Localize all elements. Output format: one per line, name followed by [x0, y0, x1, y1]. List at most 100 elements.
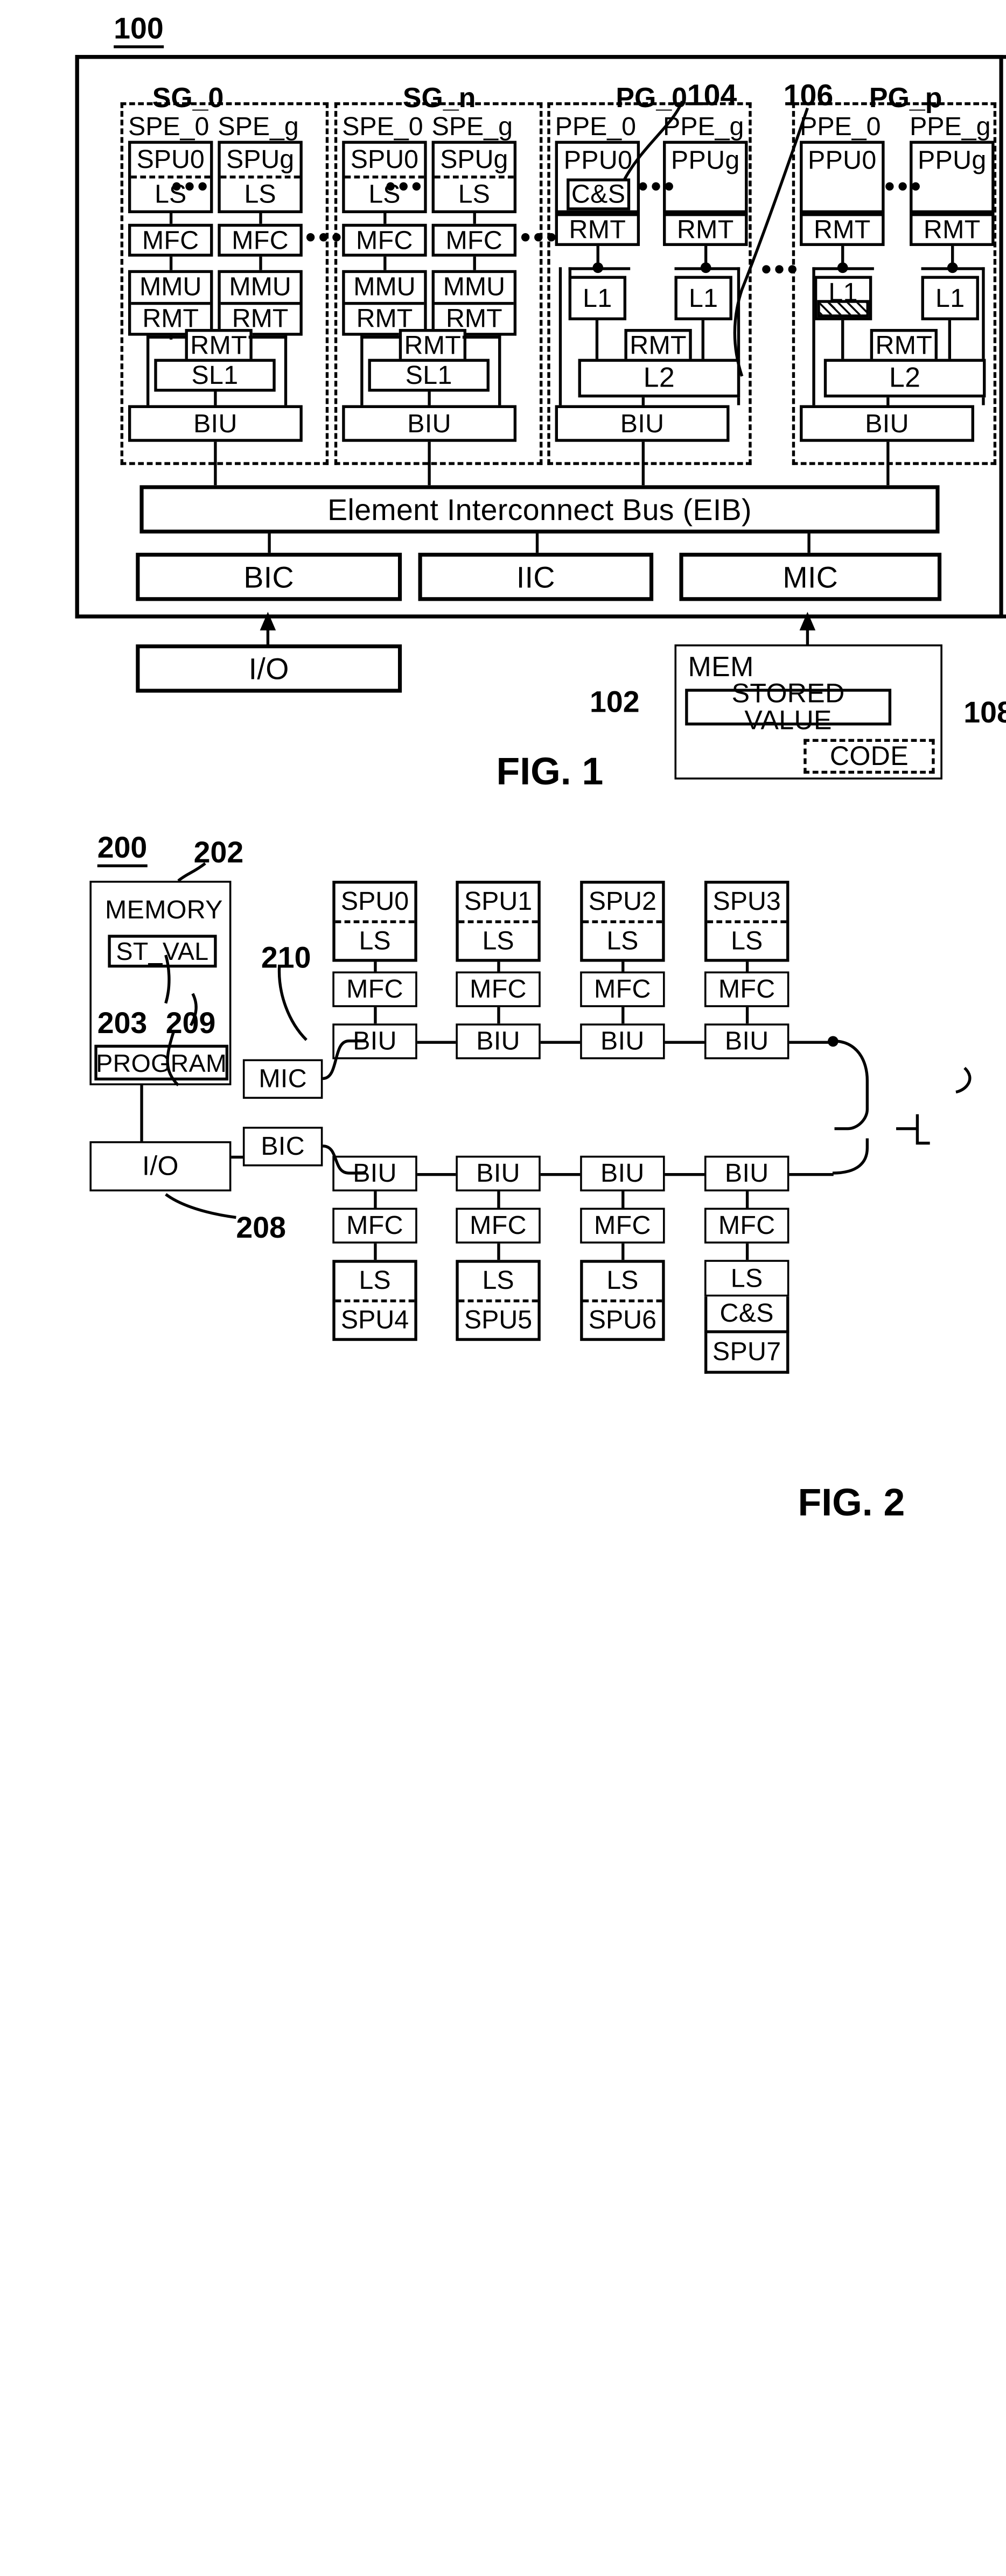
- biu-top-0: BIU: [332, 1023, 417, 1059]
- spu-name: SPU5: [458, 1298, 538, 1338]
- unit-label-ppu0: PPU0: [563, 145, 633, 175]
- connector: [360, 335, 364, 405]
- connector: [621, 961, 625, 972]
- spu-unit-top-2: SPU2 LS: [580, 881, 665, 962]
- connector: [621, 1243, 625, 1260]
- mfc-bot-2: MFC: [580, 1208, 665, 1244]
- stored-value-block: STORED VALUE: [685, 679, 892, 734]
- mic-block-fig2: MIC: [242, 1059, 323, 1099]
- mfc-sgn-spe0: MFC: [342, 223, 427, 257]
- connector: [745, 961, 749, 972]
- element-label-pgp-ppeg: PPE_g: [910, 111, 991, 141]
- spu-name: SPU0: [340, 887, 409, 916]
- connector: [497, 1191, 500, 1208]
- connector: [674, 267, 740, 270]
- mmu-label: MMU: [229, 272, 291, 301]
- l1-pg0-ppe0: L1: [568, 276, 627, 320]
- mmu-label: MMU: [139, 272, 202, 301]
- ellipsis-icon: •••: [385, 171, 425, 203]
- shared-cache-sgn: SL1: [368, 359, 490, 392]
- ref-number-102: 102: [590, 685, 640, 719]
- connector: [473, 256, 476, 270]
- ellipsis-icon: •••: [884, 171, 924, 203]
- unit-sgn-speg: SPUg LS: [431, 141, 517, 214]
- connector: [621, 1191, 625, 1208]
- spu-unit-top-0: SPU0 LS: [332, 881, 417, 962]
- connector: [214, 391, 217, 405]
- connector: [745, 1191, 749, 1208]
- ls-label: LS: [482, 1266, 514, 1295]
- spu-unit-bot-0: LS SPU4: [332, 1260, 417, 1341]
- cs-block-pg0: C&S: [567, 178, 631, 210]
- fig2-caption: FIG. 2: [798, 1482, 905, 1525]
- biu-chain-top: [417, 1041, 456, 1044]
- connector: [745, 1007, 749, 1024]
- spu-unit-bot-2: LS SPU6: [580, 1260, 665, 1341]
- ellipsis-icon: •••: [171, 171, 211, 203]
- ls-label: LS: [220, 176, 300, 210]
- biu-top-3: BIU: [704, 1023, 790, 1059]
- connector: [807, 533, 811, 555]
- mfc-sg0-speg: MFC: [218, 223, 303, 257]
- mmu-rmt-sg0-speg: MMU RMT: [218, 270, 303, 336]
- connector: [383, 213, 387, 224]
- eib-bus: Element Interconnect Bus (EIB): [139, 485, 940, 534]
- shared-cache-pg0: L2: [578, 359, 740, 398]
- group-ellipsis-icon-2: •••: [761, 254, 801, 286]
- unit-pgp-ppe0: PPU0: [800, 141, 885, 214]
- mfc-bot-0: MFC: [332, 1208, 417, 1244]
- mfc-bot-1: MFC: [456, 1208, 541, 1244]
- biu-pgp: BIU: [800, 405, 974, 442]
- ls-bot-3: LS: [704, 1260, 790, 1297]
- mmu-label: MMU: [353, 272, 416, 301]
- memory-block-fig2: MEMORY ST_VAL PROGRAM: [89, 881, 232, 1085]
- connector: [535, 533, 539, 555]
- element-label-pg0-ppeg: PPE_g: [663, 111, 744, 141]
- connector: [360, 335, 401, 339]
- fig1-ref-number: 100: [114, 13, 164, 48]
- controller-iic: IIC: [418, 552, 654, 601]
- ref-number-209: 209: [165, 1006, 216, 1040]
- ls-label: LS: [606, 1266, 639, 1295]
- mfc-top-1: MFC: [456, 971, 541, 1007]
- connector: [558, 267, 562, 405]
- biu-chain-top: [789, 1041, 834, 1044]
- mmu-rmt-sgn-spe0: MMU RMT: [342, 270, 427, 336]
- mmu-rmt-sg0-spe0: MMU RMT: [128, 270, 213, 336]
- spu-name: SPU2: [588, 887, 656, 916]
- connector: [921, 267, 985, 270]
- connector: [284, 335, 288, 405]
- mmu-label: MMU: [443, 272, 505, 301]
- connector: [259, 213, 262, 224]
- connector: [497, 1007, 500, 1024]
- mfc-top-0: MFC: [332, 971, 417, 1007]
- ref-number-106: 106: [783, 78, 834, 112]
- element-label-pg0-ppe0: PPE_0: [555, 111, 637, 141]
- bic-block-fig2: BIC: [242, 1126, 323, 1167]
- spu-unit-top-3: SPU3 LS: [704, 881, 790, 962]
- shared-rmt-sgn: RMT: [399, 329, 467, 362]
- connector: [497, 961, 500, 972]
- rmt-label: RMT: [345, 301, 424, 333]
- spu-name: SPU6: [583, 1298, 662, 1338]
- connector: [259, 256, 262, 270]
- connector: [169, 256, 173, 270]
- biu-top-1: BIU: [456, 1023, 541, 1059]
- connector: [621, 1007, 625, 1024]
- connector: [641, 397, 645, 405]
- biu-top-2: BIU: [580, 1023, 665, 1059]
- connector: [374, 961, 377, 972]
- connector: [473, 213, 476, 224]
- connector: [641, 441, 645, 486]
- connector: [812, 267, 874, 270]
- connector: [146, 335, 150, 405]
- l1-pgp-ppeg: L1: [921, 276, 979, 320]
- connector: [214, 441, 217, 486]
- rmt-pg0-ppe0: RMT: [555, 213, 640, 246]
- mfc-sgn-speg: MFC: [431, 223, 517, 257]
- connector: [428, 441, 431, 486]
- rmt-label: RMT: [131, 301, 211, 333]
- connector: [568, 267, 631, 270]
- ref-number-210: 210: [261, 940, 311, 974]
- shared-cache-sg0: SL1: [154, 359, 276, 392]
